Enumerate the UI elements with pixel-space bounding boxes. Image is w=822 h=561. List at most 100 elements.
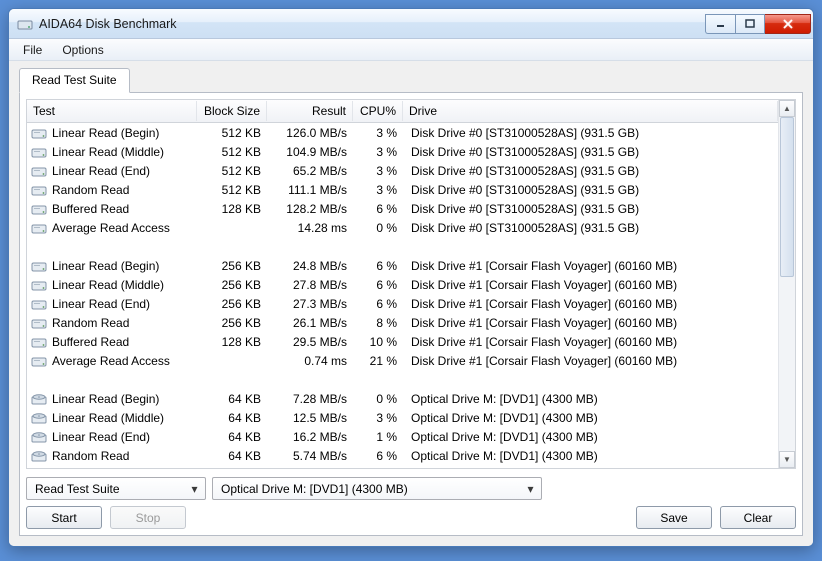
col-header-cpu[interactable]: CPU% xyxy=(353,101,403,121)
table-row[interactable]: Random Read64 KB5.74 MB/s6 %Optical Driv… xyxy=(27,446,778,465)
table-row[interactable]: Linear Read (Middle)512 KB104.9 MB/s3 %D… xyxy=(27,142,778,161)
col-header-drive[interactable]: Drive xyxy=(403,101,778,121)
cell-block: 512 KB xyxy=(197,183,267,197)
cell-result: 104.9 MB/s xyxy=(267,145,353,159)
drive-select[interactable]: Optical Drive M: [DVD1] (4300 MB) ▾ xyxy=(212,477,542,500)
table-row[interactable]: Linear Read (End)64 KB16.2 MB/s1 %Optica… xyxy=(27,427,778,446)
vertical-scrollbar[interactable]: ▲ ▼ xyxy=(778,100,795,468)
cell-block: 256 KB xyxy=(197,297,267,311)
hard-drive-icon xyxy=(31,125,47,141)
table-row[interactable]: Linear Read (Begin)512 KB126.0 MB/s3 %Di… xyxy=(27,123,778,142)
stop-button: Stop xyxy=(110,506,186,529)
test-suite-select[interactable]: Read Test Suite ▾ xyxy=(26,477,206,500)
col-header-test[interactable]: Test xyxy=(27,101,197,121)
table-row[interactable]: Linear Read (Begin)256 KB24.8 MB/s6 %Dis… xyxy=(27,256,778,275)
tab-read-test-suite[interactable]: Read Test Suite xyxy=(19,68,130,93)
menu-options[interactable]: Options xyxy=(52,41,113,59)
cell-result: 27.3 MB/s xyxy=(267,297,353,311)
cell-result: 16.2 MB/s xyxy=(267,430,353,444)
clear-button[interactable]: Clear xyxy=(720,506,796,529)
cell-drive: Disk Drive #1 [Corsair Flash Voyager] (6… xyxy=(403,335,778,349)
cell-test: Buffered Read xyxy=(52,202,129,216)
cell-test: Random Read xyxy=(52,183,129,197)
cell-result: 12.5 MB/s xyxy=(267,411,353,425)
grid-header: Test Block Size Result CPU% Drive xyxy=(27,100,778,123)
save-button[interactable]: Save xyxy=(636,506,712,529)
table-row[interactable]: Buffered Read128 KB29.5 MB/s10 %Disk Dri… xyxy=(27,332,778,351)
hard-drive-icon xyxy=(31,315,47,331)
titlebar[interactable]: AIDA64 Disk Benchmark xyxy=(9,9,813,39)
cell-result: 29.5 MB/s xyxy=(267,335,353,349)
drive-select-value: Optical Drive M: [DVD1] (4300 MB) xyxy=(221,482,408,496)
col-header-result[interactable]: Result xyxy=(267,101,353,121)
cell-cpu: 3 % xyxy=(353,411,403,425)
table-row[interactable]: Average Read Access0.74 ms21 %Disk Drive… xyxy=(27,351,778,370)
cell-test: Linear Read (Middle) xyxy=(52,411,164,425)
cell-block: 128 KB xyxy=(197,335,267,349)
table-row[interactable]: Random Read512 KB111.1 MB/s3 %Disk Drive… xyxy=(27,180,778,199)
cell-result: 5.74 MB/s xyxy=(267,449,353,463)
cell-drive: Disk Drive #0 [ST31000528AS] (931.5 GB) xyxy=(403,126,778,140)
table-row[interactable]: Buffered Read128 KB128.2 MB/s6 %Disk Dri… xyxy=(27,199,778,218)
cell-drive: Optical Drive M: [DVD1] (4300 MB) xyxy=(403,411,778,425)
maximize-button[interactable] xyxy=(735,14,765,34)
window-title: AIDA64 Disk Benchmark xyxy=(39,17,705,31)
menu-file[interactable]: File xyxy=(13,41,52,59)
start-button[interactable]: Start xyxy=(26,506,102,529)
cell-test: Average Read Access xyxy=(52,221,170,235)
cell-block: 128 KB xyxy=(197,202,267,216)
cell-block: 64 KB xyxy=(197,449,267,463)
cell-cpu: 6 % xyxy=(353,278,403,292)
table-row[interactable]: Linear Read (Middle)256 KB27.8 MB/s6 %Di… xyxy=(27,275,778,294)
cell-block: 256 KB xyxy=(197,278,267,292)
cell-test: Linear Read (End) xyxy=(52,164,150,178)
cell-test: Linear Read (End) xyxy=(52,430,150,444)
cell-result: 24.8 MB/s xyxy=(267,259,353,273)
cell-result: 27.8 MB/s xyxy=(267,278,353,292)
spacer-row xyxy=(27,237,778,256)
hard-drive-icon xyxy=(31,201,47,217)
optical-drive-icon xyxy=(31,429,47,445)
cell-drive: Optical Drive M: [DVD1] (4300 MB) xyxy=(403,430,778,444)
tabbar: Read Test Suite xyxy=(19,67,803,93)
hard-drive-icon xyxy=(31,258,47,274)
cell-block: 64 KB xyxy=(197,392,267,406)
table-row[interactable]: Linear Read (Begin)64 KB7.28 MB/s0 %Opti… xyxy=(27,389,778,408)
cell-drive: Disk Drive #0 [ST31000528AS] (931.5 GB) xyxy=(403,221,778,235)
app-window: AIDA64 Disk Benchmark File Options Read … xyxy=(8,8,814,547)
cell-result: 0.74 ms xyxy=(267,354,353,368)
table-row[interactable]: Linear Read (End)512 KB65.2 MB/s3 %Disk … xyxy=(27,161,778,180)
table-row[interactable]: Linear Read (Middle)64 KB12.5 MB/s3 %Opt… xyxy=(27,408,778,427)
hard-drive-icon xyxy=(31,182,47,198)
table-row[interactable]: Average Read Access14.28 ms0 %Disk Drive… xyxy=(27,218,778,237)
minimize-button[interactable] xyxy=(705,14,735,34)
cell-test: Linear Read (Middle) xyxy=(52,278,164,292)
cell-cpu: 3 % xyxy=(353,183,403,197)
cell-drive: Disk Drive #0 [ST31000528AS] (931.5 GB) xyxy=(403,183,778,197)
table-row[interactable]: Random Read256 KB26.1 MB/s8 %Disk Drive … xyxy=(27,313,778,332)
cell-block: 512 KB xyxy=(197,126,267,140)
hard-drive-icon xyxy=(31,353,47,369)
cell-cpu: 1 % xyxy=(353,430,403,444)
cell-drive: Disk Drive #1 [Corsair Flash Voyager] (6… xyxy=(403,259,778,273)
scroll-up-icon[interactable]: ▲ xyxy=(779,100,795,117)
optical-drive-icon xyxy=(31,410,47,426)
cell-result: 126.0 MB/s xyxy=(267,126,353,140)
cell-cpu: 3 % xyxy=(353,126,403,140)
cell-drive: Disk Drive #1 [Corsair Flash Voyager] (6… xyxy=(403,316,778,330)
cell-cpu: 0 % xyxy=(353,221,403,235)
results-grid: Test Block Size Result CPU% Drive Linear… xyxy=(26,99,796,469)
cell-test: Random Read xyxy=(52,316,129,330)
col-header-block[interactable]: Block Size xyxy=(197,101,267,121)
cell-test: Linear Read (Middle) xyxy=(52,145,164,159)
scroll-thumb[interactable] xyxy=(780,117,794,277)
cell-test: Random Read xyxy=(52,449,129,463)
close-button[interactable] xyxy=(765,14,811,34)
scroll-down-icon[interactable]: ▼ xyxy=(779,451,795,468)
hard-drive-icon xyxy=(31,144,47,160)
tab-panel: Test Block Size Result CPU% Drive Linear… xyxy=(19,92,803,536)
cell-cpu: 8 % xyxy=(353,316,403,330)
table-row[interactable]: Linear Read (End)256 KB27.3 MB/s6 %Disk … xyxy=(27,294,778,313)
test-suite-value: Read Test Suite xyxy=(35,482,120,496)
cell-drive: Optical Drive M: [DVD1] (4300 MB) xyxy=(403,449,778,463)
